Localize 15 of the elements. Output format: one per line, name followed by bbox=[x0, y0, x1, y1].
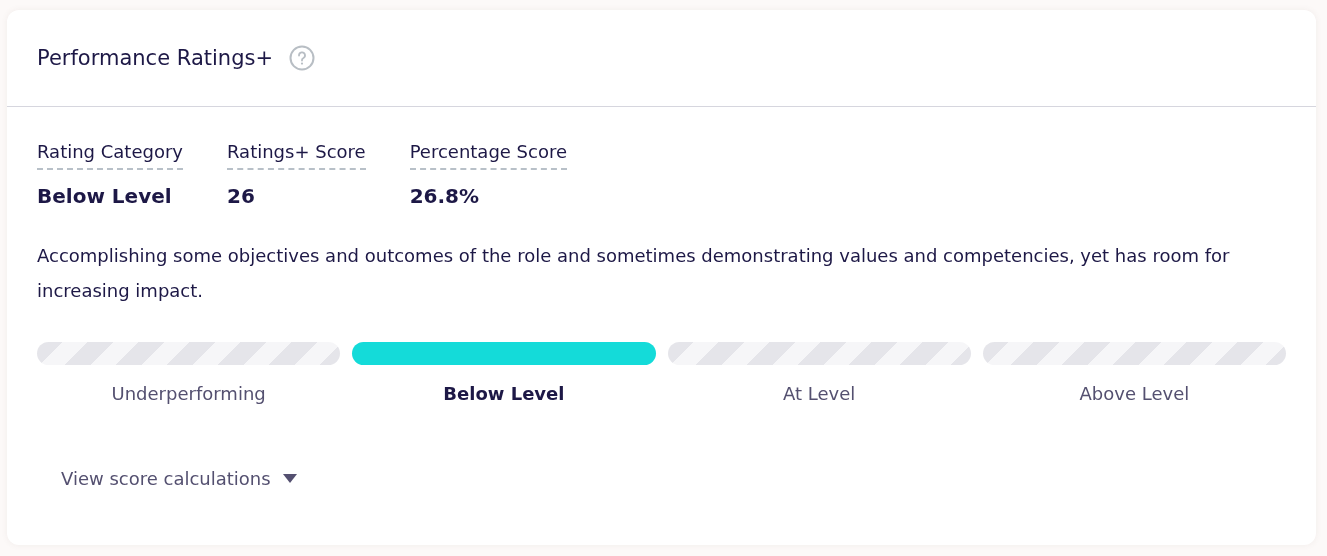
stat-value: 26.8% bbox=[409, 184, 479, 208]
level-label: Underperforming bbox=[111, 383, 266, 404]
help-icon[interactable] bbox=[289, 45, 315, 71]
level-label: At Level bbox=[782, 383, 856, 404]
stat-value: 26 bbox=[227, 184, 255, 208]
caret-icon bbox=[282, 474, 297, 483]
level-label: Above Level bbox=[1079, 383, 1190, 404]
stat-value: Below Level bbox=[37, 184, 172, 208]
rating-description: Accomplishing some objectives and outcomes of the role and sometimes demonstrating values and competencies, yet has room for increasing impact. bbox=[37, 244, 1231, 303]
level-label: Below Level bbox=[443, 383, 565, 404]
stat-label[interactable]: Rating Category bbox=[37, 141, 183, 170]
stat-label[interactable]: Percentage Score bbox=[409, 141, 568, 170]
stat-label[interactable]: Ratings+ Score bbox=[227, 141, 366, 170]
view-calculations-toggle[interactable]: View score calculations bbox=[55, 464, 303, 493]
card-title: Performance Ratings+ bbox=[37, 46, 273, 70]
